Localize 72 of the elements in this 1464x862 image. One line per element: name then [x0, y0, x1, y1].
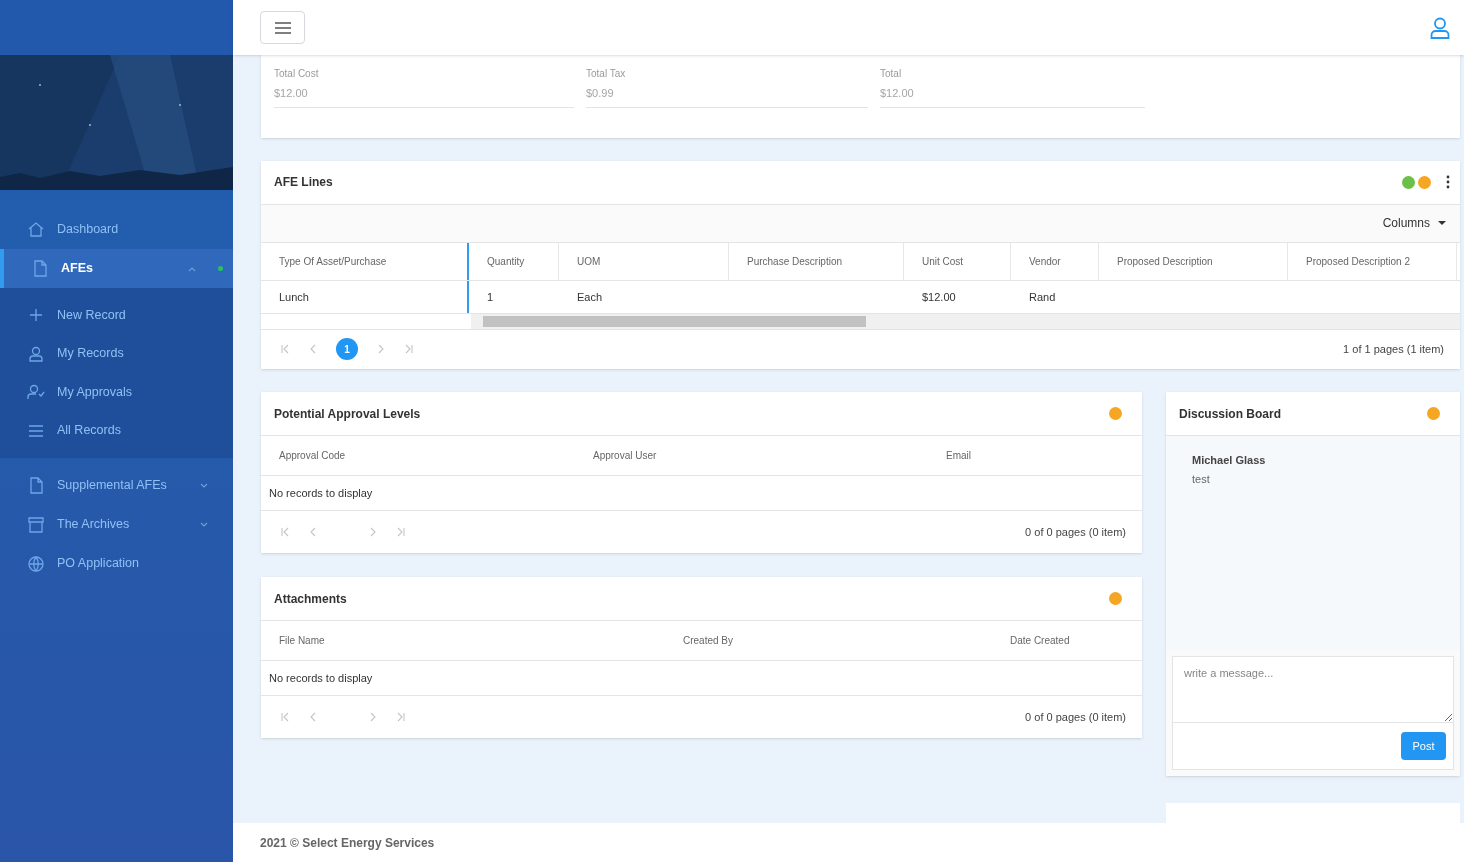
pager-info: 0 of 0 pages (0 item) — [1025, 709, 1126, 725]
document-icon — [31, 259, 49, 278]
column-header[interactable]: Date Created — [1010, 621, 1130, 660]
field-label: Total — [880, 67, 903, 80]
footer-text: 2021 © Select Energy Services — [260, 834, 435, 852]
more-icon[interactable] — [1446, 175, 1450, 190]
next-page-icon[interactable] — [370, 712, 376, 722]
nav-item[interactable]: Supplemental AFEs — [0, 466, 233, 505]
nav-item[interactable]: PO Application — [0, 544, 233, 583]
nav-item[interactable]: Dashboard — [0, 210, 233, 249]
card-title: Attachments — [274, 590, 347, 608]
previous-page-icon[interactable] — [310, 344, 316, 355]
column-header[interactable]: Created By — [683, 621, 1010, 660]
nav-subitem[interactable]: New Record — [0, 296, 233, 335]
column-header[interactable]: Proposed Description — [1099, 242, 1288, 280]
message-field[interactable]: write a message... — [1173, 657, 1453, 723]
table-cell-text: $12.00 — [921, 289, 957, 305]
document-icon — [27, 476, 45, 495]
caret-icon — [1438, 221, 1446, 226]
first-page-icon[interactable] — [281, 712, 290, 722]
columns-button[interactable]: Columns — [1382, 214, 1446, 233]
column-header[interactable]: Email — [946, 436, 1096, 475]
first-page-icon[interactable] — [281, 527, 290, 537]
next-page-icon[interactable] — [370, 527, 376, 537]
page-button[interactable]: 1 — [336, 338, 358, 361]
nav-subitem[interactable]: All Records — [0, 411, 233, 450]
column-header[interactable]: Type Of Asset/Purchase — [261, 242, 469, 280]
table-cell: Lunch — [261, 280, 469, 313]
next-page-icon[interactable] — [378, 344, 384, 355]
column-header[interactable]: Quantity — [469, 242, 559, 280]
pager-info: 0 of 0 pages (0 item) — [1025, 524, 1126, 540]
field-label: Total Cost — [274, 67, 320, 80]
message-author: Michael Glass — [1192, 453, 1267, 468]
card-title: Discussion Board — [1179, 405, 1282, 423]
column-header[interactable]: Proposed Description 2 — [1288, 242, 1457, 280]
previous-page-icon[interactable] — [310, 527, 316, 537]
column-header[interactable]: File Name — [261, 621, 683, 660]
message-box[interactable]: write a message... Post — [1172, 656, 1454, 770]
nav-item[interactable]: AFEs — [0, 249, 233, 288]
last-page-icon[interactable] — [396, 527, 405, 537]
user-icon[interactable] — [1430, 16, 1450, 39]
menu-button[interactable] — [260, 11, 305, 44]
card-title: Potential Approval Levels — [274, 405, 421, 423]
nav-subitem[interactable]: My Approvals — [0, 373, 233, 412]
field-label: Total Tax — [586, 67, 627, 80]
house-icon — [27, 220, 45, 239]
last-page-icon[interactable] — [396, 712, 405, 722]
first-page-icon[interactable] — [281, 344, 290, 355]
nav-item[interactable]: The Archives — [0, 505, 233, 544]
empty-message: No records to display — [269, 485, 373, 501]
empty-message: No records to display — [269, 670, 373, 686]
column-header[interactable]: Approval User — [593, 436, 946, 475]
column-header[interactable]: Approval Code — [261, 436, 593, 475]
menu-icon — [274, 21, 291, 34]
message-text: test — [1192, 471, 1211, 487]
archive-icon — [27, 515, 45, 534]
user-check-icon — [27, 383, 45, 402]
column-header[interactable]: UOM — [559, 242, 729, 280]
table-cell-text: 1 — [486, 289, 495, 305]
user-icon — [27, 344, 45, 363]
card-title: AFE Lines — [274, 174, 333, 192]
table-cell-text: Rand — [1028, 289, 1057, 305]
column-header[interactable]: Vendor — [1011, 242, 1099, 280]
previous-page-icon[interactable] — [310, 712, 316, 722]
nav-subitem[interactable]: My Records — [0, 334, 233, 373]
column-header[interactable]: Purchase Description — [729, 242, 904, 280]
globe-icon — [27, 554, 45, 573]
post-button[interactable]: Post — [1401, 732, 1446, 760]
last-page-icon[interactable] — [404, 344, 413, 355]
table-cell-text: Each — [576, 289, 604, 305]
pager-info: 1 of 1 pages (1 item) — [1343, 342, 1444, 358]
column-header[interactable]: Unit Cost — [904, 242, 1011, 280]
